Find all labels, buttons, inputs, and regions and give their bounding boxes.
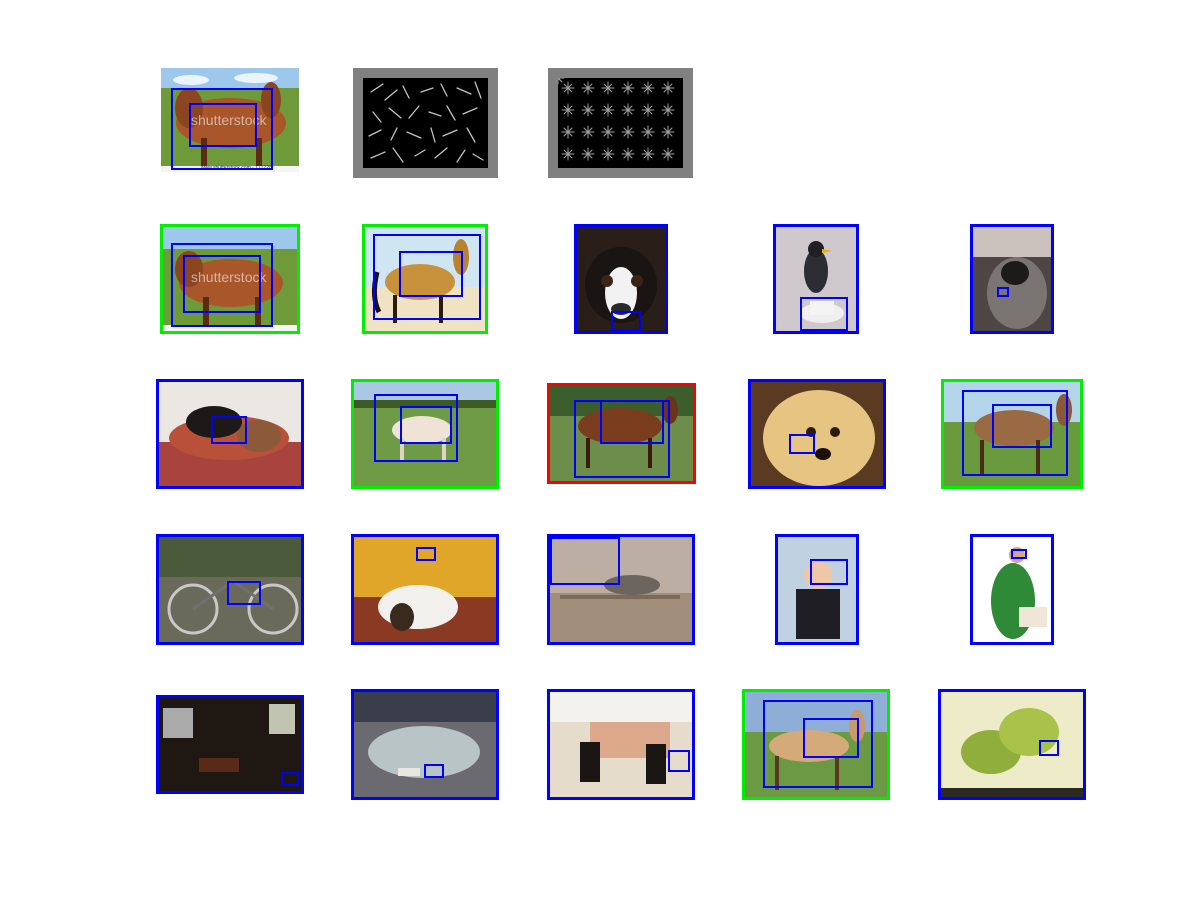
child-photo [796, 561, 840, 639]
detection-box-inner [789, 434, 815, 454]
detection-box-inner [1039, 740, 1059, 756]
detection-box-inner [668, 750, 690, 772]
result-tile-cat-dog-sofa[interactable] [156, 379, 304, 489]
result-tile-horse-bay[interactable] [547, 383, 696, 484]
dog-photo [763, 390, 875, 486]
detection-box-inner [211, 416, 247, 444]
result-tile-living-room[interactable] [156, 695, 304, 794]
detection-box-inner [227, 581, 261, 605]
result-tile-dog-boston[interactable] [574, 224, 668, 334]
result-tile-dining-table[interactable] [547, 689, 695, 800]
result-tile-dog-spaniel[interactable] [748, 379, 886, 489]
result-tile-horse-query-copy[interactable]: shutterstock [160, 224, 300, 334]
living-room-photo [163, 704, 295, 772]
hog-negative-glyphs [558, 78, 675, 161]
detection-box-inner [992, 404, 1052, 448]
result-tile-horse-palomino[interactable] [742, 689, 890, 800]
detection-box-inner [800, 297, 848, 331]
result-tile-cat-dark[interactable] [970, 224, 1054, 334]
result-tile-dog-terrier[interactable] [351, 534, 499, 645]
detection-box-inner [611, 311, 641, 331]
detection-box-inner [997, 287, 1009, 297]
dining-photo [550, 692, 692, 784]
result-tile-child[interactable] [775, 534, 859, 645]
detection-box-inner [600, 400, 664, 444]
hog-positive-glyphs [368, 81, 484, 163]
detection-box-inner [416, 547, 436, 561]
detection-box-inner [1011, 549, 1027, 559]
detection-box-inner [189, 103, 257, 147]
result-tile-bird[interactable] [773, 224, 859, 334]
detection-box-inner [803, 718, 859, 758]
detection-box-inner [183, 255, 261, 313]
plant-photo [941, 708, 1083, 797]
result-tile-horse-bay-2[interactable] [941, 379, 1083, 489]
detection-box-inner [400, 406, 452, 444]
cat-photo [973, 227, 1051, 329]
result-tile-car[interactable] [351, 689, 499, 800]
query-image: shutterstock www.shutterstock.com · 1772… [161, 68, 299, 172]
car-photo [354, 692, 496, 778]
result-tile-horse-buckskin[interactable] [362, 224, 488, 334]
result-tile-horse-white[interactable] [351, 379, 499, 489]
detection-box-inner [810, 559, 848, 585]
detection-box-inner [424, 764, 444, 778]
result-tile-bicycle[interactable] [156, 534, 304, 645]
detection-box-inner [550, 537, 620, 585]
result-tile-cat-ironing[interactable] [547, 534, 695, 645]
result-tile-plant[interactable] [938, 689, 1086, 800]
hog-negative-panel [548, 68, 693, 178]
detection-box-inner [281, 772, 299, 786]
detection-box-inner [399, 251, 463, 297]
result-tile-person-green[interactable] [970, 534, 1054, 645]
hog-positive-panel [353, 68, 498, 178]
